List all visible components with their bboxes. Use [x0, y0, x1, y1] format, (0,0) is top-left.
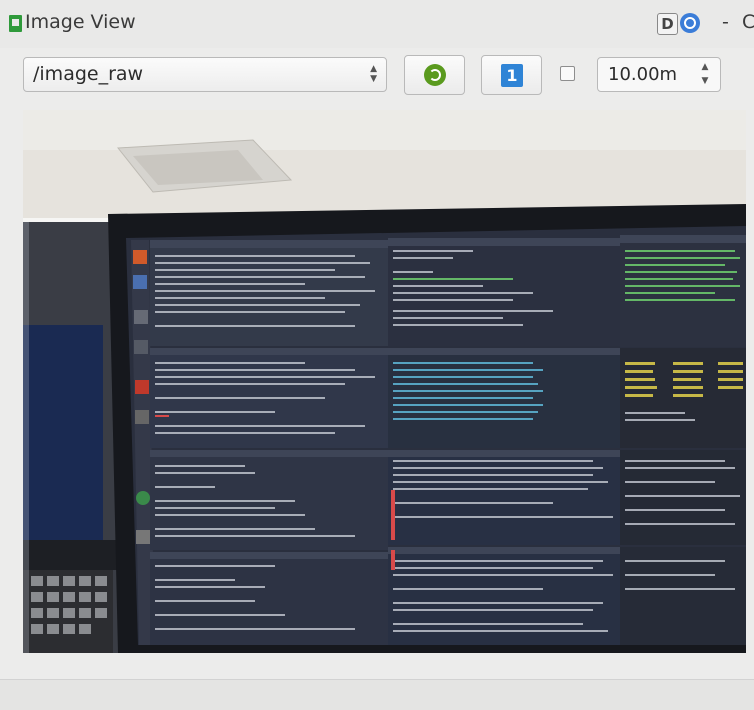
rotation-spinbox[interactable]: 10.00m ▲ ▼: [597, 57, 721, 92]
help-icon[interactable]: [680, 13, 700, 33]
spin-arrows-icon[interactable]: ▲ ▼: [698, 60, 712, 88]
image-display[interactable]: [23, 110, 746, 653]
status-bar: [0, 679, 754, 710]
topic-select[interactable]: /image_raw ▲ ▼: [23, 57, 387, 92]
dock-button[interactable]: D: [657, 13, 678, 35]
close-button[interactable]: C: [742, 11, 754, 33]
zoom-1-icon: 1: [501, 64, 523, 87]
minimize-button[interactable]: -: [722, 11, 729, 33]
window-title: Image View: [25, 11, 136, 33]
refresh-topics-button[interactable]: [404, 55, 465, 95]
title-bar: Image View D - C: [0, 0, 754, 48]
rotation-value: 10.00m: [608, 64, 678, 85]
zoom-1-button[interactable]: 1: [481, 55, 542, 95]
topic-value: /image_raw: [33, 63, 144, 85]
image-view-icon: [9, 15, 22, 32]
refresh-icon: [424, 64, 446, 86]
camera-image: [23, 110, 746, 653]
chevron-updown-icon: ▲ ▼: [370, 64, 377, 84]
smooth-image-checkbox[interactable]: [560, 66, 575, 81]
